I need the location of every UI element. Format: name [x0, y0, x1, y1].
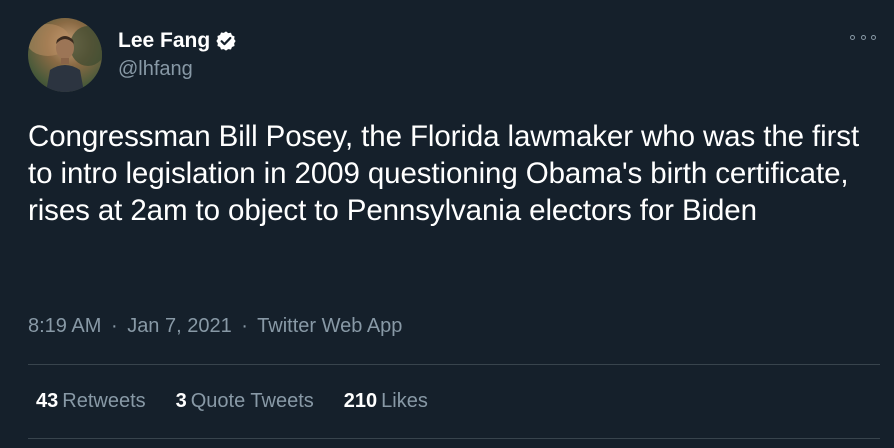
likes-count: 210 — [343, 390, 378, 412]
tweet-metadata: 8:19 AM · Jan 7, 2021 · Twitter Web App — [28, 315, 402, 338]
tweet-stats: 43 Retweets 3 Quote Tweets 210 Likes — [36, 390, 458, 413]
tweet-date[interactable]: Jan 7, 2021 — [127, 315, 232, 337]
likes-stat[interactable]: 210 Likes — [344, 390, 428, 413]
author-name-row[interactable]: Lee Fang — [118, 28, 237, 54]
retweets-label: Retweets — [62, 390, 146, 412]
retweets-count: 43 — [36, 390, 59, 412]
tweet-card: Lee Fang @lhfang Congressman Bill Posey,… — [0, 0, 894, 448]
author-handle[interactable]: @lhfang — [118, 58, 193, 81]
separator: · — [241, 315, 248, 337]
retweets-stat[interactable]: 43 Retweets — [36, 390, 146, 413]
tweet-time[interactable]: 8:19 AM — [28, 315, 101, 337]
separator: · — [110, 315, 118, 337]
more-options-icon[interactable] — [850, 30, 876, 44]
divider — [28, 438, 880, 439]
dot-icon — [860, 34, 866, 40]
author-display-name[interactable]: Lee Fang — [118, 29, 210, 53]
likes-label: Likes — [381, 390, 428, 412]
tweet-text: Congressman Bill Posey, the Florida lawm… — [28, 120, 860, 227]
quote-tweets-label: Quote Tweets — [190, 390, 314, 412]
avatar-photo-icon — [28, 24, 102, 92]
tweet-source[interactable]: Twitter Web App — [257, 315, 402, 337]
quote-tweets-count: 3 — [175, 390, 187, 412]
divider — [28, 364, 880, 365]
author-avatar[interactable] — [28, 18, 102, 92]
quote-tweets-stat[interactable]: 3 Quote Tweets — [176, 390, 314, 413]
verified-badge-icon — [215, 30, 237, 52]
dot-icon — [850, 34, 855, 40]
dot-icon — [871, 34, 876, 40]
